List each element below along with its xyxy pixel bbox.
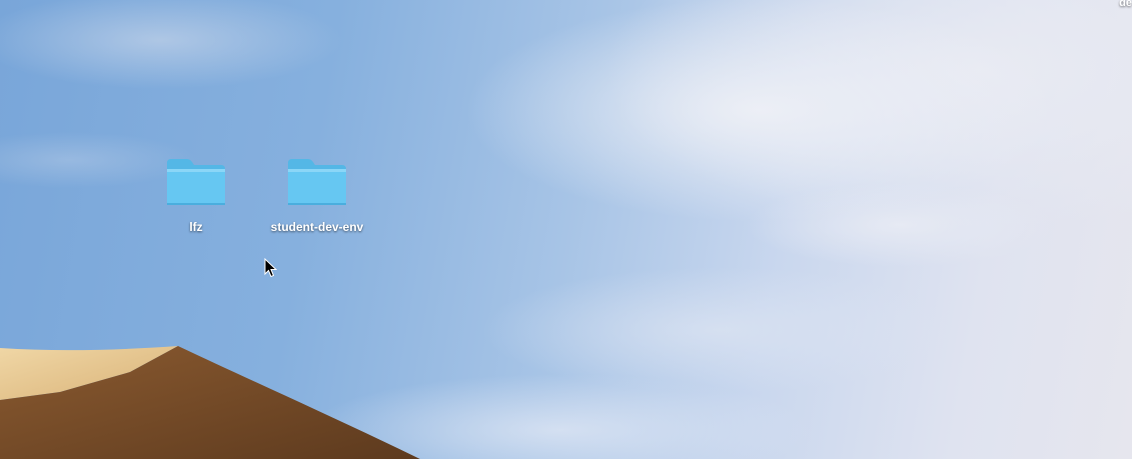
folder-label: student-dev-env — [270, 220, 364, 234]
desktop-corner-label: de — [1119, 0, 1132, 9]
desktop[interactable]: de lfz student-dev-env — [0, 0, 1132, 459]
folder-student-dev-env[interactable]: student-dev-env — [261, 157, 373, 234]
folder-icon — [288, 159, 346, 205]
folder-label: lfz — [189, 220, 203, 234]
folder-icon — [167, 159, 225, 205]
folder-lfz[interactable]: lfz — [140, 157, 252, 234]
arrow-cursor-icon — [264, 258, 278, 278]
